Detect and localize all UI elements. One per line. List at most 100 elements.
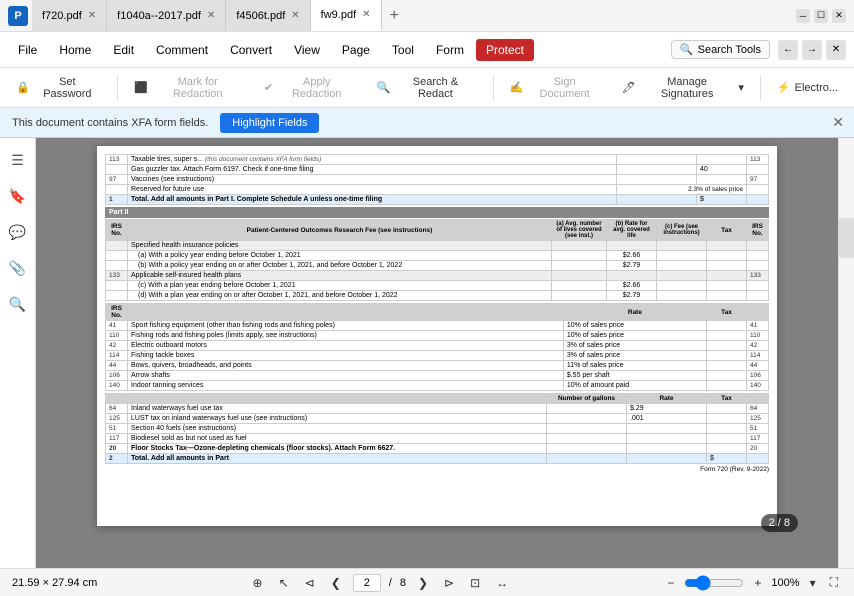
- table-cell: 11% of sales price: [563, 361, 706, 371]
- menu-bar: File Home Edit Comment Convert View Page…: [0, 32, 854, 68]
- table-cell: [547, 414, 627, 424]
- tab-f1040a[interactable]: f1040a--2017.pdf ✕: [107, 0, 226, 31]
- menu-comment[interactable]: Comment: [146, 39, 218, 61]
- row-num: 64: [106, 404, 128, 414]
- full-screen-button[interactable]: ⛶: [826, 573, 842, 592]
- pdf-page: 113 Taxable tires, super s... (this docu…: [97, 146, 777, 526]
- menu-form[interactable]: Form: [426, 39, 474, 61]
- table-cell: $2.79: [607, 261, 657, 271]
- sidebar-item-comments[interactable]: 💬: [4, 218, 32, 246]
- minimize-button[interactable]: ─: [796, 9, 810, 23]
- table-cell: [547, 434, 627, 444]
- sign-document-button[interactable]: ✍ Sign Document: [502, 72, 610, 104]
- nav-back-button[interactable]: ←: [778, 40, 798, 60]
- nav-close-button[interactable]: ✕: [826, 40, 846, 60]
- table-cell: [547, 454, 627, 464]
- sidebar-item-bookmarks[interactable]: 🔖: [4, 182, 32, 210]
- table-cell: 106: [747, 371, 769, 381]
- table-cell: [627, 444, 707, 454]
- search-redact-button[interactable]: 🔍 Search & Redact: [368, 72, 484, 104]
- col-header: IRS No.: [747, 220, 769, 241]
- table-cell: Fishing rods and fishing poles (limits a…: [128, 331, 564, 341]
- set-password-button[interactable]: 🔒 Set Password: [8, 72, 109, 104]
- table-cell: 64: [747, 404, 769, 414]
- table-cell: [707, 434, 747, 444]
- zoom-dropdown-button[interactable]: ▾: [806, 574, 820, 592]
- sidebar-item-attachments[interactable]: 📎: [4, 254, 32, 282]
- table-cell: 133: [106, 271, 128, 281]
- apply-icon: ✔: [264, 81, 273, 94]
- col-header: [747, 394, 769, 404]
- table-cell: [707, 404, 747, 414]
- menu-view[interactable]: View: [284, 39, 330, 61]
- toolbar: 🔒 Set Password ⬛ Mark for Redaction ✔ Ap…: [0, 68, 854, 108]
- page-number-input[interactable]: [353, 574, 381, 592]
- col-header: Tax: [707, 394, 747, 404]
- tab-close-icon[interactable]: ✕: [291, 10, 299, 21]
- table-cell: [106, 241, 128, 251]
- menu-home[interactable]: Home: [49, 39, 101, 61]
- last-page-button[interactable]: ⊳: [440, 574, 458, 592]
- table-cell: LUST tax on inland waterways fuel use (s…: [128, 414, 547, 424]
- apply-redaction-button[interactable]: ✔ Apply Redaction: [256, 72, 365, 104]
- table-cell: Total. Add all amounts in Part: [128, 454, 547, 464]
- pdf-viewer[interactable]: 113 Taxable tires, super s... (this docu…: [36, 138, 838, 568]
- table-cell: [747, 261, 769, 271]
- table-cell: $2.66: [607, 251, 657, 261]
- maximize-button[interactable]: ☐: [814, 9, 828, 23]
- tab-close-icon[interactable]: ✕: [362, 9, 370, 20]
- sidebar-item-pages[interactable]: ☰: [4, 146, 32, 174]
- table-cell: [697, 175, 747, 185]
- fit-width-button[interactable]: ↔: [492, 574, 512, 592]
- prev-page-button[interactable]: ❮: [327, 574, 345, 592]
- next-page-button[interactable]: ❯: [414, 574, 432, 592]
- tab-f4506t[interactable]: f4506t.pdf ✕: [226, 0, 310, 31]
- status-bar: 21.59 × 27.94 cm ⊕ ↖ ⊲ ❮ / 8 ❯ ⊳ ⊡ ↔ − +…: [0, 568, 854, 596]
- first-page-button[interactable]: ⊲: [301, 574, 319, 592]
- menu-tool[interactable]: Tool: [382, 39, 424, 61]
- tab-f720[interactable]: f720.pdf ✕: [32, 0, 107, 31]
- table-cell: [657, 241, 707, 251]
- sidebar-item-search[interactable]: 🔍: [4, 290, 32, 318]
- zoom-slider[interactable]: [684, 575, 744, 591]
- tab-close-icon[interactable]: ✕: [88, 10, 96, 21]
- table-cell: [657, 261, 707, 271]
- notification-close-button[interactable]: ✕: [832, 114, 844, 131]
- table-cell: [617, 175, 697, 185]
- electro-button[interactable]: ⚡ Electro...: [769, 77, 846, 98]
- row-num: 41: [106, 321, 128, 331]
- table-cell: [697, 155, 747, 165]
- mark-redaction-button[interactable]: ⬛ Mark for Redaction: [126, 72, 252, 104]
- table-cell: Applicable self-insured health plans: [128, 271, 552, 281]
- close-button[interactable]: ✕: [832, 9, 846, 23]
- menu-edit[interactable]: Edit: [103, 39, 144, 61]
- nav-forward-button[interactable]: →: [802, 40, 822, 60]
- pointer-tool-button[interactable]: ↖: [275, 574, 293, 592]
- highlight-fields-button[interactable]: Highlight Fields: [220, 113, 319, 133]
- row-num: 113: [106, 155, 128, 165]
- table-cell: [607, 241, 657, 251]
- tab-fw9[interactable]: fw9.pdf ✕: [311, 0, 382, 31]
- add-tab-button[interactable]: +: [382, 7, 407, 25]
- menu-protect[interactable]: Protect: [476, 39, 534, 61]
- table-cell: $.29: [627, 404, 707, 414]
- zoom-out-button[interactable]: −: [663, 574, 678, 592]
- menu-convert[interactable]: Convert: [220, 39, 282, 61]
- menu-page[interactable]: Page: [332, 39, 380, 61]
- col-header: Tax: [707, 220, 747, 241]
- sidebar-right-handle[interactable]: [839, 218, 854, 258]
- search-tools[interactable]: 🔍 Search Tools: [671, 40, 770, 59]
- table-cell: [607, 271, 657, 281]
- menu-file[interactable]: File: [8, 39, 47, 61]
- tab-close-icon[interactable]: ✕: [207, 10, 215, 21]
- zoom-level-label: 100%: [771, 577, 799, 589]
- table-cell: 114: [747, 351, 769, 361]
- sidebar-left: ☰ 🔖 💬 📎 🔍: [0, 138, 36, 568]
- zoom-in-button[interactable]: +: [750, 574, 765, 592]
- fit-page-button[interactable]: ⊡: [466, 574, 484, 592]
- col-header: Rate: [563, 304, 706, 321]
- table-cell: 117: [747, 434, 769, 444]
- table-cell: [707, 381, 747, 391]
- cursor-tool-button[interactable]: ⊕: [249, 574, 267, 592]
- manage-signatures-button[interactable]: 🖊 Manage Signatures ▾: [614, 72, 752, 104]
